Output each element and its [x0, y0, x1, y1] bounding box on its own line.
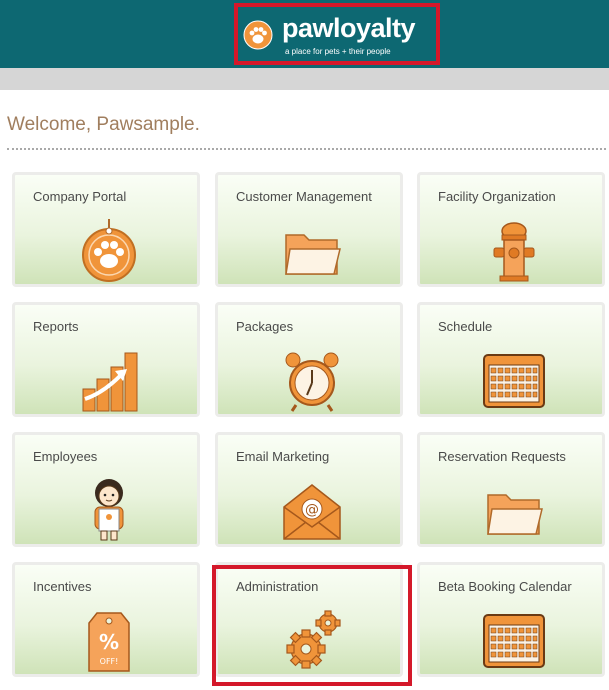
tile-label: Reports — [33, 319, 79, 334]
tile-label: Company Portal — [33, 189, 127, 204]
tile-packages[interactable]: Packages — [215, 302, 403, 417]
tile-employees[interactable]: Employees — [12, 432, 200, 547]
svg-text:@: @ — [305, 502, 319, 518]
tile-incentives[interactable]: Incentives % OFF! — [12, 562, 200, 677]
tile-label: Employees — [33, 449, 98, 464]
gears-icon — [286, 610, 341, 669]
paw-tag-icon — [82, 219, 136, 282]
logo-wordmark: pawloyalty — [282, 13, 416, 43]
tile-company-portal[interactable]: Company Portal — [12, 172, 200, 287]
tile-label: Beta Booking Calendar — [438, 579, 572, 594]
tile-facility-organization[interactable]: Facility Organization — [417, 172, 605, 287]
app-header: pawloyalty a place for pets + their peop… — [0, 0, 609, 68]
paw-logo-icon — [243, 20, 273, 50]
folder-icon — [487, 494, 543, 535]
tile-customer-management[interactable]: Customer Management — [215, 172, 403, 287]
navigation-bar — [0, 68, 609, 90]
pawloyalty-logo[interactable]: pawloyalty a place for pets + their peop… — [234, 3, 440, 65]
tile-label: Incentives — [33, 579, 92, 594]
tile-label: Facility Organization — [438, 189, 556, 204]
welcome-message: Welcome, Pawsample. — [7, 114, 200, 135]
svg-text:%: % — [99, 630, 119, 654]
tile-label: Packages — [236, 319, 294, 334]
off-label: OFF! — [100, 657, 119, 666]
fire-hydrant-icon — [493, 222, 535, 282]
folder-icon — [285, 234, 341, 275]
discount-tag-icon: % OFF! — [88, 612, 130, 672]
tile-reservation-requests[interactable]: Reservation Requests — [417, 432, 605, 547]
email-envelope-icon: @ — [283, 484, 341, 540]
tile-label: Email Marketing — [236, 449, 330, 464]
calendar-icon — [483, 354, 545, 408]
tile-beta-booking-calendar[interactable]: Beta Booking Calendar — [417, 562, 605, 677]
tile-label: Customer Management — [236, 189, 372, 204]
tile-label: Administration — [236, 579, 319, 594]
tile-administration[interactable]: Administration — [215, 562, 403, 677]
logo-tagline: a place for pets + their people — [285, 47, 391, 56]
tile-email-marketing[interactable]: Email Marketing @ — [215, 432, 403, 547]
tile-reports[interactable]: Reports — [12, 302, 200, 417]
tile-label: Schedule — [438, 319, 493, 334]
calendar-icon — [483, 614, 545, 668]
tile-schedule[interactable]: Schedule — [417, 302, 605, 417]
bar-chart-icon — [82, 352, 138, 412]
tile-label: Reservation Requests — [438, 449, 566, 464]
dotted-divider — [7, 148, 606, 150]
alarm-clock-icon — [285, 352, 339, 412]
employee-avatar-icon — [94, 479, 124, 541]
